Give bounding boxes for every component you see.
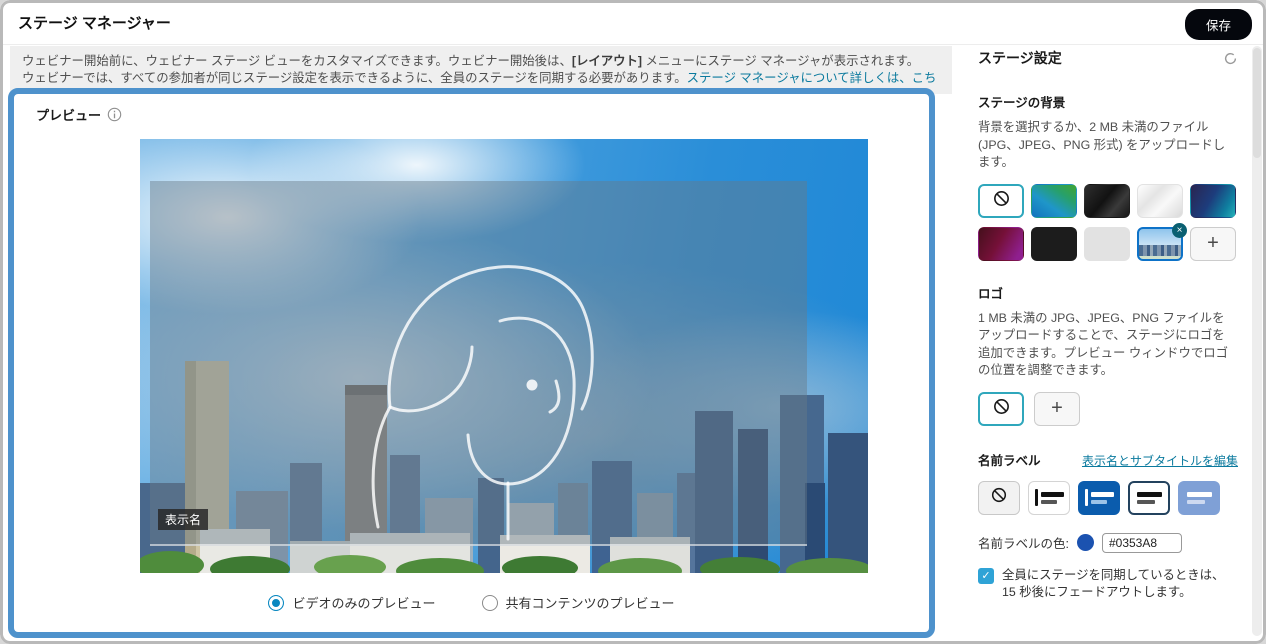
background-swatch-black[interactable] bbox=[1031, 226, 1077, 261]
preview-title: プレビュー bbox=[36, 105, 122, 124]
radio-video-only[interactable]: ビデオのみのプレビュー bbox=[268, 593, 436, 612]
background-section-title: ステージの背景 bbox=[978, 96, 1066, 110]
reset-button[interactable] bbox=[1223, 51, 1238, 66]
background-description: 背景を選択するか、2 MB 未満のファイル (JPG、JPEG、PNG 形式) … bbox=[978, 120, 1226, 169]
name-label-style-white-accent[interactable] bbox=[1028, 480, 1070, 515]
prohibited-icon bbox=[992, 397, 1011, 421]
name-label-style-options bbox=[978, 480, 1256, 515]
background-swatch-teal-green[interactable] bbox=[1031, 183, 1077, 218]
background-none-swatch[interactable] bbox=[978, 183, 1024, 218]
plus-icon: + bbox=[1051, 397, 1063, 419]
checkbox-check-icon: ✓ bbox=[981, 569, 991, 582]
sidebar-scrollbar[interactable] bbox=[1252, 46, 1262, 636]
background-upload-button[interactable]: + bbox=[1190, 226, 1236, 261]
background-swatch-grid: × + bbox=[978, 183, 1238, 261]
radio-selected-icon[interactable] bbox=[268, 594, 285, 611]
info-banner: ウェビナー開始前に、ウェビナー ステージ ビューをカスタマイズできます。ウェビナ… bbox=[10, 46, 952, 102]
sync-fadeout-label: 全員にステージを同期しているときは、15 秒後にフェードアウトします。 bbox=[1002, 567, 1225, 600]
stage-manager-window: ステージ マネージャー 保存 ウェビナー開始前に、ウェビナー ステージ ビューを… bbox=[0, 0, 1266, 644]
name-label-style-white-plain-selected[interactable] bbox=[1128, 480, 1170, 515]
name-label-color-label: 名前ラベルの色: bbox=[978, 537, 1069, 551]
display-name-tag[interactable]: 表示名 bbox=[158, 509, 209, 530]
background-swatch-light-silk[interactable] bbox=[1137, 183, 1183, 218]
settings-title: ステージ設定 bbox=[978, 50, 1062, 66]
name-label-color-dot[interactable] bbox=[1076, 534, 1094, 551]
save-button[interactable]: 保存 bbox=[1184, 9, 1252, 40]
video-preview-overlay[interactable]: 表示名 bbox=[150, 181, 807, 546]
info-icon[interactable] bbox=[107, 107, 122, 122]
name-label-section-title: 名前ラベル bbox=[978, 453, 1041, 468]
preview-panel: プレビュー 表示名 ビデオのみのプレビュー 共有コンテンツのプレビュー bbox=[8, 88, 935, 638]
background-swatch-navy-teal[interactable] bbox=[1190, 183, 1236, 218]
background-swatch-light-gray[interactable] bbox=[1084, 226, 1130, 261]
preview-mode-radios: ビデオのみのプレビュー 共有コンテンツのプレビュー bbox=[14, 593, 929, 612]
logo-none-button[interactable] bbox=[978, 391, 1024, 426]
prohibited-icon bbox=[990, 486, 1008, 509]
radio-unselected-icon[interactable] bbox=[481, 594, 498, 611]
logo-options: + bbox=[978, 391, 1256, 426]
participant-placeholder-icon bbox=[371, 265, 594, 541]
refresh-icon bbox=[1223, 52, 1238, 69]
background-swatch-city-image-selected[interactable]: × bbox=[1137, 222, 1187, 261]
logo-upload-button[interactable]: + bbox=[1034, 391, 1080, 426]
prohibited-icon bbox=[992, 189, 1011, 213]
name-label-style-blue[interactable] bbox=[1078, 480, 1120, 515]
sync-fadeout-checkbox[interactable]: ✓ bbox=[978, 567, 994, 584]
radio-shared-content[interactable]: 共有コンテンツのプレビュー bbox=[481, 593, 675, 612]
logo-description: 1 MB 未満の JPG、JPEG、PNG ファイルをアップロードすることで、ス… bbox=[978, 310, 1229, 378]
name-label-style-none[interactable] bbox=[978, 480, 1020, 515]
titlebar: ステージ マネージャー 保存 bbox=[0, 0, 1266, 45]
plus-icon: + bbox=[1207, 232, 1219, 254]
stage-settings-sidebar: ステージ設定 ステージの背景 背景を選択するか、2 MB 未満のファイル (JP… bbox=[962, 48, 1256, 602]
logo-section-title: ロゴ bbox=[978, 286, 1004, 301]
background-swatch-dark-wave[interactable] bbox=[1084, 183, 1130, 218]
scrollbar-thumb[interactable] bbox=[1253, 48, 1261, 158]
background-swatch-maroon-purple[interactable] bbox=[978, 226, 1024, 261]
name-label-color-input[interactable] bbox=[1101, 532, 1182, 553]
x-icon[interactable]: × bbox=[1172, 222, 1187, 238]
stage-background-image: 表示名 bbox=[140, 139, 868, 573]
name-label-style-translucent-blue[interactable] bbox=[1178, 480, 1220, 515]
banner-line-1: ウェビナー開始前に、ウェビナー ステージ ビューをカスタマイズできます。ウェビナ… bbox=[22, 54, 920, 68]
edit-display-name-link[interactable]: 表示名とサブタイトルを編集 bbox=[1082, 452, 1238, 469]
page-title: ステージ マネージャー bbox=[18, 15, 171, 32]
